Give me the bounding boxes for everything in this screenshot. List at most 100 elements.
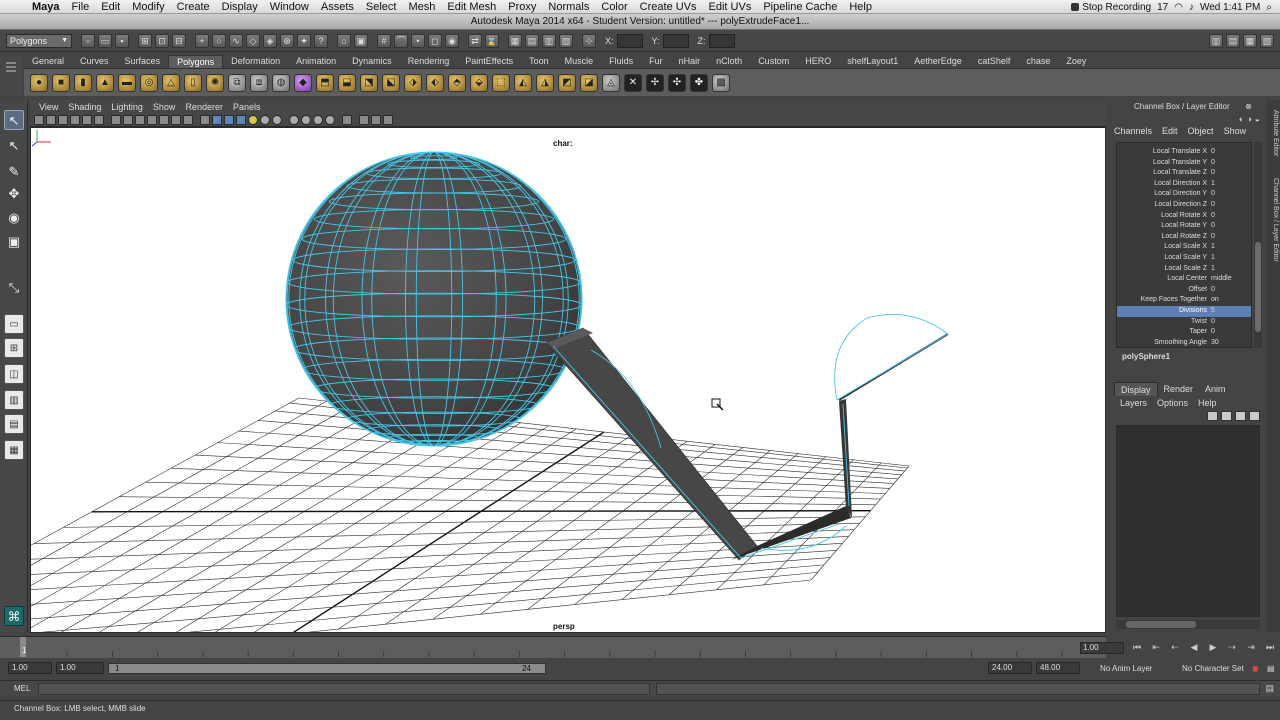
shelf-tab-painteffects[interactable]: PaintEffects xyxy=(457,55,521,68)
character-set-select[interactable]: No Character Set xyxy=(1182,662,1244,675)
channel-name[interactable]: Local Translate X xyxy=(1153,147,1207,158)
channel-row[interactable]: Local Rotate Z 0 xyxy=(1117,232,1251,243)
poly-pyramid-icon[interactable]: △ xyxy=(162,73,180,92)
channel-row[interactable]: Local Scale Z 1 xyxy=(1117,264,1251,275)
reduce-icon[interactable]: ◬ xyxy=(602,73,620,92)
channel-row[interactable]: Keep Faces Together on xyxy=(1117,295,1251,306)
auto-key-icon[interactable]: ◼ xyxy=(1252,662,1259,675)
menu-set-select[interactable]: Polygons ▼ xyxy=(6,33,72,48)
z-field[interactable] xyxy=(708,33,735,48)
move-tool-icon[interactable]: ✥ xyxy=(4,184,24,204)
shelf-tab-custom[interactable]: Custom xyxy=(750,55,797,68)
channel-value[interactable]: 1 xyxy=(1211,264,1215,275)
select-by-hierarchy-icon[interactable]: ⊞ xyxy=(138,33,152,48)
step-back-key-icon[interactable]: ⇤ xyxy=(1149,640,1163,654)
channel-row[interactable]: Local Direction X 1 xyxy=(1117,179,1251,190)
shelf-tab-toon[interactable]: Toon xyxy=(521,55,557,68)
combine-icon[interactable]: ⧉ xyxy=(228,73,246,92)
channel-row[interactable]: Local Center middle xyxy=(1117,274,1251,285)
channel-name[interactable]: Twist xyxy=(1191,317,1207,328)
stop-recording-button[interactable]: Stop Recording xyxy=(1071,2,1151,13)
perspective-viewport[interactable]: char: persp xyxy=(30,127,1106,633)
menu-display[interactable]: Display xyxy=(216,1,264,13)
save-scene-icon[interactable]: ▪ xyxy=(115,33,129,48)
cb-menu-edit[interactable]: Edit xyxy=(1162,126,1178,140)
panel-menu-view[interactable]: View xyxy=(34,102,63,112)
textured-icon[interactable] xyxy=(236,114,246,125)
scroll-thumb[interactable] xyxy=(1255,242,1261,332)
menu-color[interactable]: Color xyxy=(595,1,633,13)
channel-value[interactable]: 0 xyxy=(1211,168,1215,179)
channel-name[interactable]: Local Translate Z xyxy=(1153,168,1207,179)
layer-tab-anim[interactable]: Anim xyxy=(1199,382,1232,396)
film-gate-icon[interactable] xyxy=(123,114,133,125)
rotate-tool-icon[interactable]: ◉ xyxy=(4,208,24,228)
shelf-tab-polygons[interactable]: Polygons xyxy=(168,55,224,68)
layout-single-icon[interactable]: ▭ xyxy=(4,314,24,334)
menu-modify[interactable]: Modify xyxy=(126,1,170,13)
snap-point-icon[interactable]: • xyxy=(411,33,425,48)
panel-menu-lighting[interactable]: Lighting xyxy=(106,102,148,112)
menu-edit[interactable]: Edit xyxy=(95,1,126,13)
smooth-shade-icon[interactable] xyxy=(212,114,222,125)
channel-value[interactable]: 0 xyxy=(1211,200,1215,211)
range-slider[interactable]: 1 24 xyxy=(108,663,546,674)
shelf-tab-curves[interactable]: Curves xyxy=(72,55,117,68)
channel-value[interactable]: 0 xyxy=(1211,232,1215,243)
layer-tab-display[interactable]: Display xyxy=(1114,382,1158,396)
new-scene-icon[interactable]: ▫ xyxy=(81,33,95,48)
toggle-attribute-editor-icon[interactable]: ▥ xyxy=(1209,33,1223,48)
shelf-tab-catshelf[interactable]: catShelf xyxy=(970,55,1019,68)
step-forward-key-icon[interactable]: ⇥ xyxy=(1244,640,1258,654)
layer-scrollbar[interactable] xyxy=(1116,620,1260,629)
poly-pipe-icon[interactable]: ▯ xyxy=(184,73,202,92)
uv-cut-icon[interactable]: ✢ xyxy=(646,73,664,92)
shelf-tab-dynamics[interactable]: Dynamics xyxy=(344,55,400,68)
channel-value[interactable]: 5 xyxy=(1211,306,1215,317)
time-slider[interactable]: 1 xyxy=(0,636,1106,658)
node-name[interactable]: polySphere1 xyxy=(1122,352,1170,361)
layer-menu-options[interactable]: Options xyxy=(1157,396,1188,410)
highlight-selection-icon[interactable]: ▣ xyxy=(354,33,368,48)
move-layer-up-icon[interactable] xyxy=(1207,411,1218,421)
side-tab-channel-box[interactable]: Channel Box / Layer Editor xyxy=(1267,178,1279,262)
go-to-end-icon[interactable]: ⏭ xyxy=(1263,640,1277,654)
menu-edit-uvs[interactable]: Edit UVs xyxy=(703,1,758,13)
cb-menu-show[interactable]: Show xyxy=(1224,126,1247,140)
shelf-tab-rendering[interactable]: Rendering xyxy=(400,55,458,68)
channel-row[interactable]: Divisions 5 xyxy=(1117,305,1251,317)
channel-name[interactable]: Local Translate Y xyxy=(1153,158,1207,169)
layout-two-icon[interactable]: ◫ xyxy=(4,364,24,384)
shelf-tab-zoey[interactable]: Zoey xyxy=(1058,55,1094,68)
use-all-lights-icon[interactable] xyxy=(248,114,258,125)
poly-sphere-icon[interactable]: ● xyxy=(30,73,48,92)
menu-help[interactable]: Help xyxy=(843,1,878,13)
uv-sew-icon[interactable]: ✣ xyxy=(668,73,686,92)
backface-culling-icon[interactable] xyxy=(383,114,393,125)
channel-box-settings-icon[interactable]: ◑ xyxy=(1247,114,1252,124)
channel-value[interactable]: 1 xyxy=(1211,242,1215,253)
channel-name[interactable]: Local Center xyxy=(1167,274,1207,285)
toggle-tool-settings-icon[interactable]: ▤ xyxy=(1226,33,1240,48)
separate-icon[interactable]: ⧈ xyxy=(250,73,268,92)
poly-cylinder-icon[interactable]: ▮ xyxy=(74,73,92,92)
x-field[interactable] xyxy=(616,33,643,48)
panel-close-icon[interactable]: ⊗ xyxy=(1245,100,1252,113)
shelf-tab-surfaces[interactable]: Surfaces xyxy=(117,55,169,68)
clock[interactable]: Wed 1:41 PM xyxy=(1200,2,1260,13)
select-rendering-icon[interactable]: ✦ xyxy=(297,33,311,48)
panel-menu-renderer[interactable]: Renderer xyxy=(180,102,228,112)
animation-prefs-icon[interactable]: ▤ xyxy=(1267,662,1275,675)
grease-pencil-icon[interactable] xyxy=(94,114,104,125)
safe-action-icon[interactable] xyxy=(171,114,181,125)
channel-name[interactable]: Local Scale Y xyxy=(1164,253,1207,264)
select-handles-icon[interactable]: + xyxy=(195,33,209,48)
select-by-component-icon[interactable]: ⊟ xyxy=(172,33,186,48)
offset-edge-loop-icon[interactable]: ⬖ xyxy=(426,73,444,92)
range-end-field[interactable]: 24.00 xyxy=(988,662,1032,674)
command-language-label[interactable]: MEL xyxy=(14,681,30,697)
channel-value[interactable]: 1 xyxy=(1211,253,1215,264)
channel-row[interactable]: Local Direction Y 0 xyxy=(1117,189,1251,200)
input-output-icon[interactable]: ⇄ xyxy=(468,33,482,48)
snap-curve-icon[interactable]: ⌒ xyxy=(394,33,408,48)
